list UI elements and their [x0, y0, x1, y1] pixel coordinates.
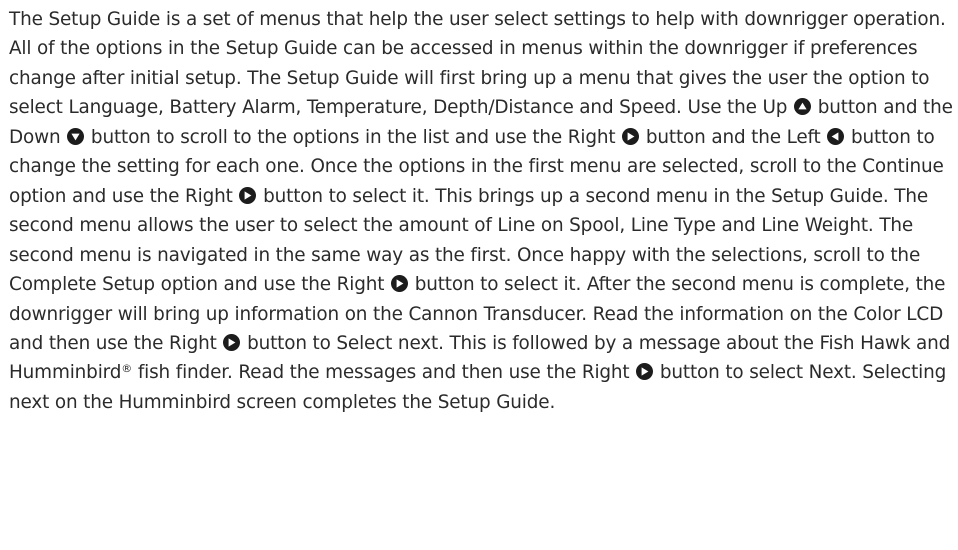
right-button-icon: [223, 333, 241, 351]
right-button-icon: [239, 186, 257, 204]
up-button-icon: [794, 98, 812, 116]
text-segment-4: button and the Left: [645, 126, 821, 148]
setup-guide-paragraph: The Setup Guide is a set of menus that h…: [9, 5, 954, 417]
text-segment-9: fish finder. Read the messages and then …: [137, 362, 630, 384]
right-button-icon: [622, 127, 640, 145]
right-button-icon: [636, 363, 654, 381]
down-button-icon: [67, 127, 85, 145]
text-segment-3: button to scroll to the options in the l…: [90, 126, 616, 148]
registered-mark: ®: [121, 362, 133, 376]
left-button-icon: [827, 127, 845, 145]
right-button-icon: [391, 275, 409, 293]
